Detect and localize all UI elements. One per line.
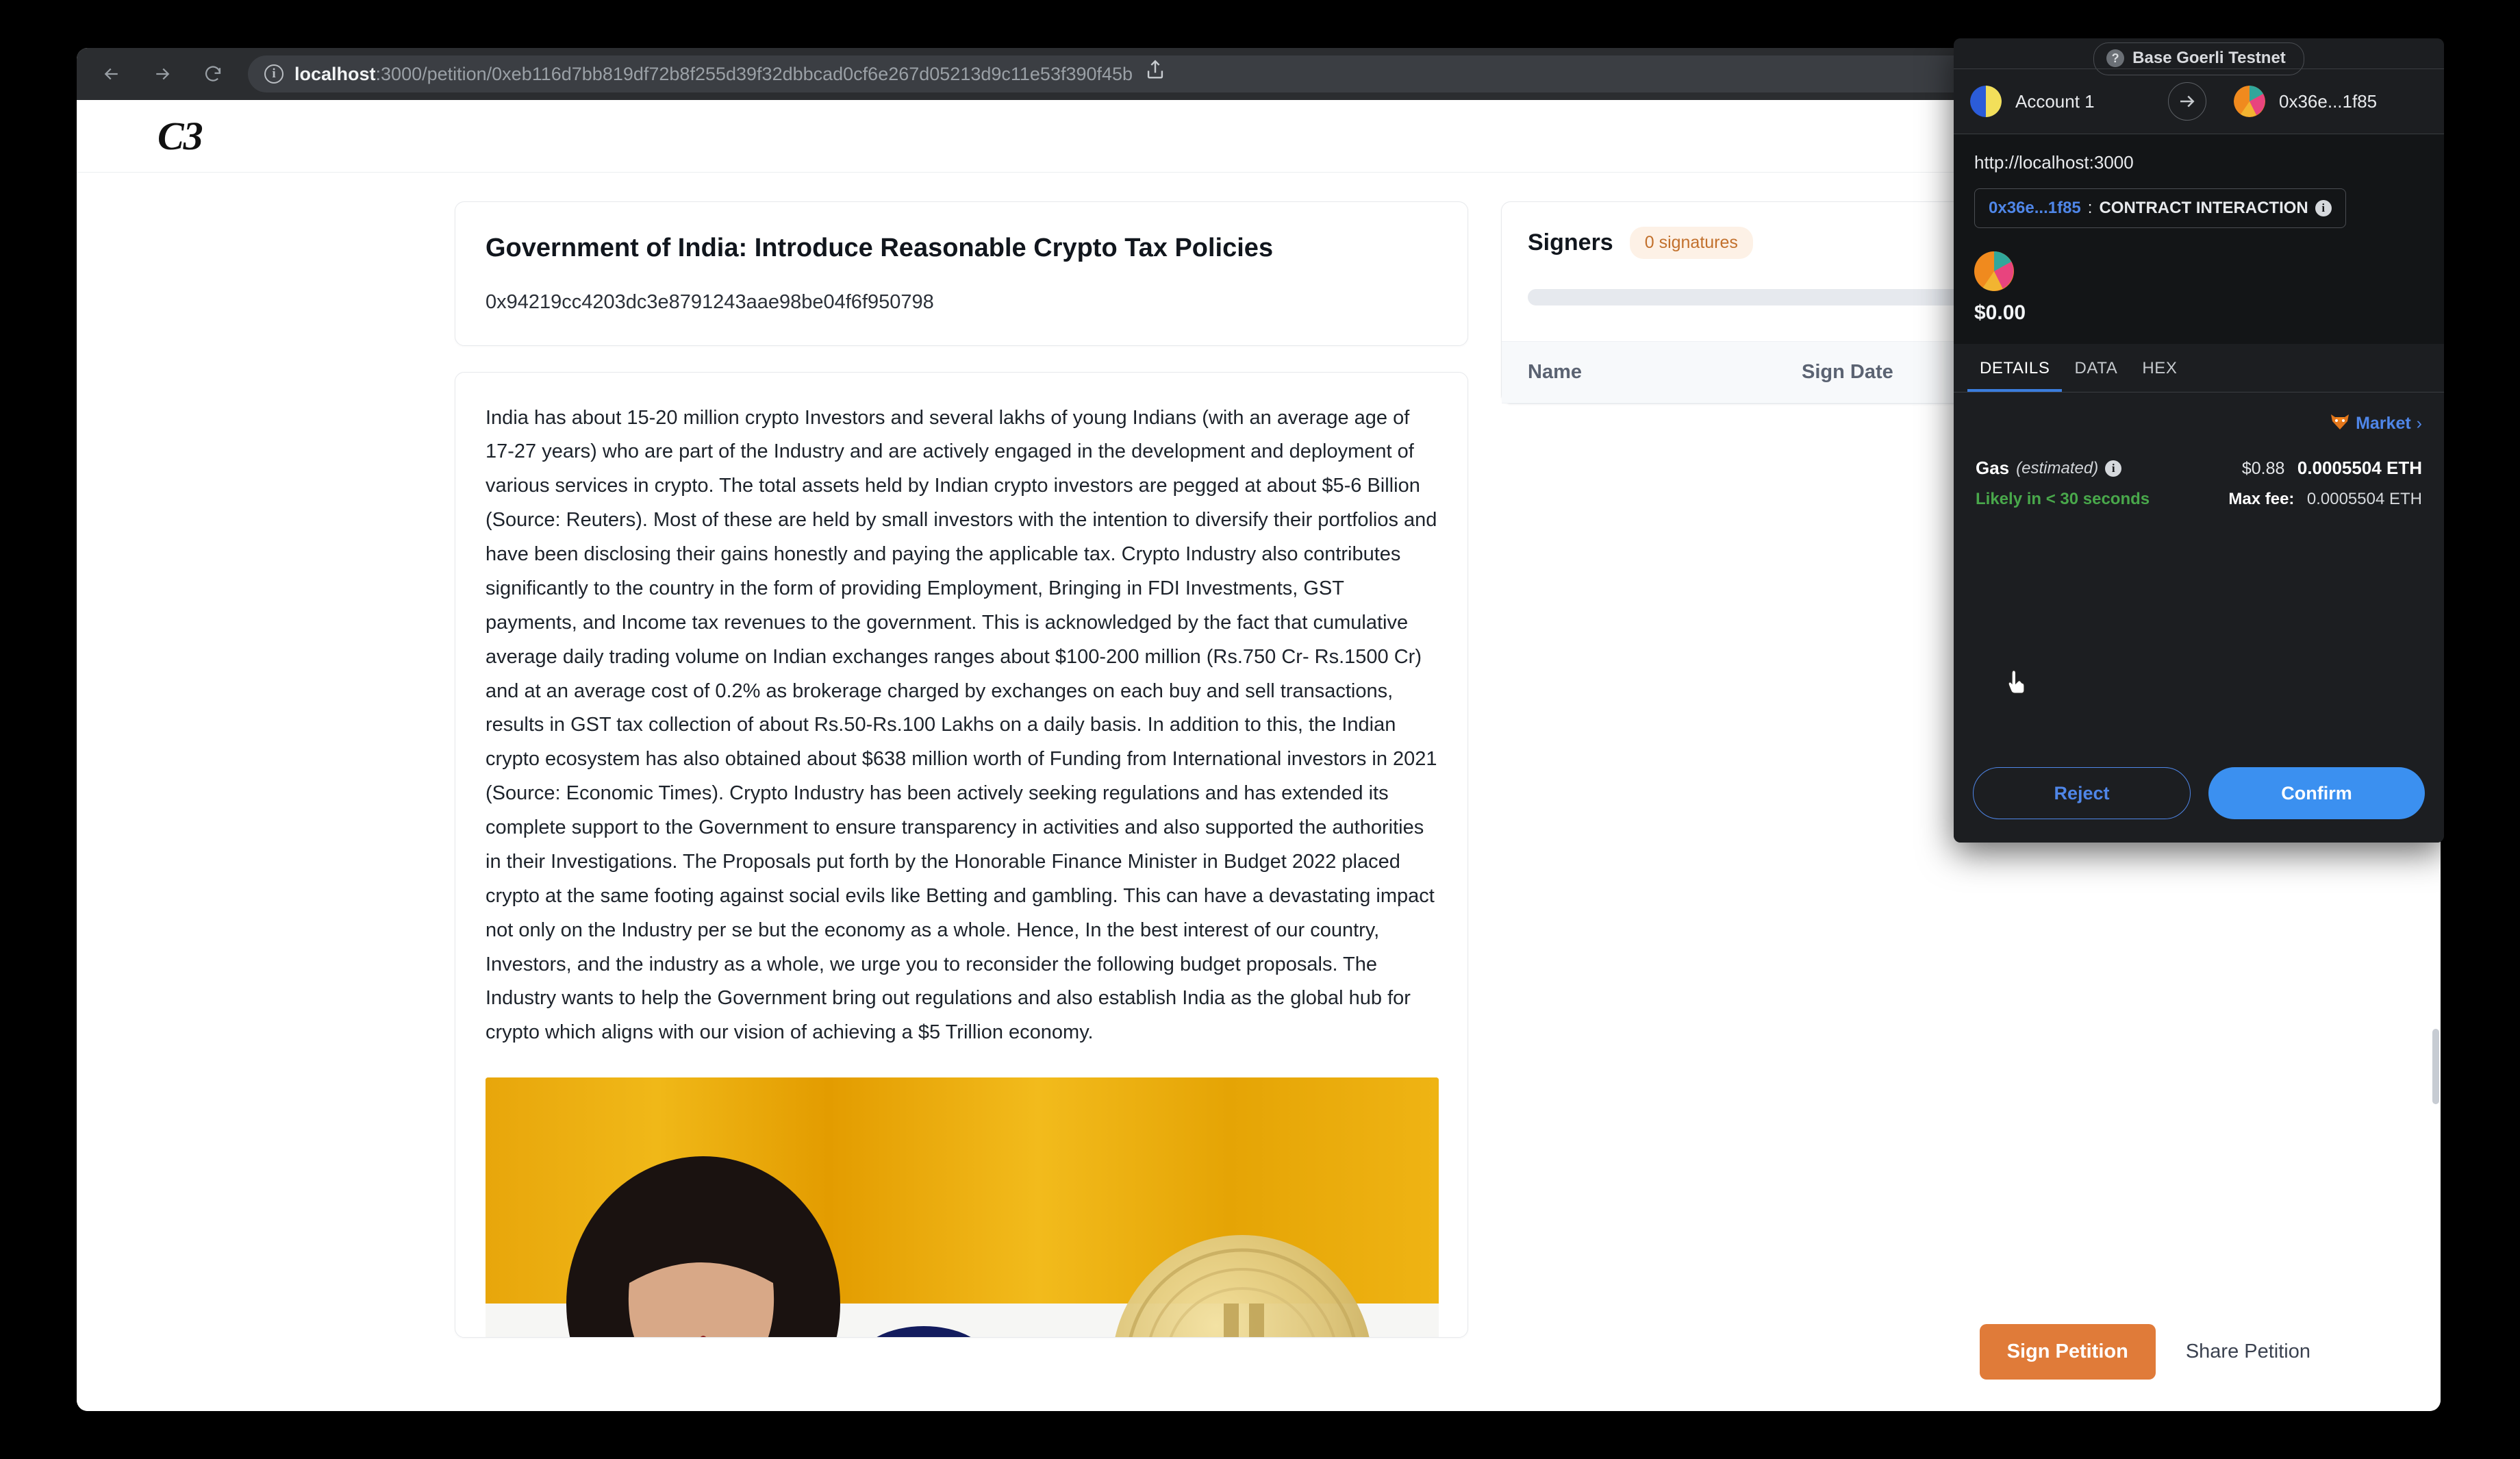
contract-interaction-label: CONTRACT INTERACTION [2099,199,2308,217]
column-header-sign-date: Sign Date [1802,361,1893,383]
contract-separator: : [2087,199,2093,217]
gas-info-icon[interactable]: i [2105,460,2122,477]
from-account-avatar-icon [1970,86,2002,117]
reject-button[interactable]: Reject [1973,767,2191,819]
petition-column: Government of India: Introduce Reasonabl… [455,201,1468,1411]
confirm-button[interactable]: Confirm [2208,767,2425,819]
fox-icon [2330,413,2350,434]
petition-actions: Sign Petition Share Petition [1979,1324,2317,1380]
reload-icon[interactable] [197,58,229,90]
network-question-icon: ? [2106,49,2125,67]
site-info-icon[interactable]: i [264,64,284,84]
metamask-tabs: DETAILS DATA HEX [1954,344,2444,392]
gas-label: Gas [1976,458,2010,478]
tab-data[interactable]: DATA [2062,344,2130,392]
url-host: localhost [294,63,376,84]
from-account-name: Account 1 [2015,90,2095,112]
gas-estimated-label: (estimated) [2016,458,2099,477]
metamask-confirmation-popup: ? Base Goerli Testnet Account 1 0x36e...… [1954,38,2444,843]
from-account[interactable]: Account 1 [1970,86,2164,117]
page-scrollbar-thumb[interactable] [2432,1029,2439,1104]
url-rest: :3000/petition/0xeb116d7bb819df72b8f255d… [375,63,1133,84]
origin-url: http://localhost:3000 [1974,152,2134,173]
gas-speed-estimate: Likely in < 30 seconds [1976,490,2150,508]
metamask-amount-block: $0.00 [1954,249,2444,344]
share-petition-button[interactable]: Share Petition [2179,1324,2317,1380]
max-fee-row: Likely in < 30 seconds Max fee: 0.000550… [1976,490,2422,509]
app-logo[interactable]: C3 [158,113,203,159]
status-badge: 0 signatures [1629,227,1753,259]
back-arrow-icon[interactable] [96,58,127,90]
metamask-details-panel: Market › Gas (estimated) i $0.88 0.00055… [1954,392,2444,751]
tab-hex[interactable]: HEX [2130,344,2189,392]
petition-address: 0x94219cc4203dc3e8791243aae98be04f6f9507… [486,290,934,313]
contract-address: 0x36e...1f85 [1989,199,2081,217]
url-text: localhost:3000/petition/0xeb116d7bb819df… [294,64,1133,85]
petition-body-text: India has about 15-20 million crypto Inv… [486,406,1437,1044]
max-fee-label: Max fee: [2228,490,2295,508]
transaction-amount: $0.00 [1974,301,2026,324]
gas-fee-row: Gas (estimated) i $0.88 0.0005504 ETH [1976,458,2422,479]
max-fee-value: 0.0005504 ETH [2306,490,2422,508]
token-avatar-icon [1974,251,2014,294]
gas-eth-amount: 0.0005504 ETH [2297,458,2422,478]
metamask-accounts-row: Account 1 0x36e...1f85 [1954,68,2444,134]
hero-image-graphic [486,1077,1439,1337]
metamask-origin-section: http://localhost:3000 0x36e...1f85 : CON… [1954,134,2444,249]
column-header-name: Name [1528,361,1582,383]
metamask-footer: Reject Confirm [1954,751,2444,843]
tab-details[interactable]: DETAILS [1967,344,2063,392]
network-label: Base Goerli Testnet [2132,49,2286,67]
gas-fiat-amount: $0.88 [2241,459,2285,478]
to-account-avatar-icon [2234,86,2265,117]
forward-arrow-icon[interactable] [147,58,178,90]
to-account[interactable]: 0x36e...1f85 [2210,86,2428,117]
to-account-name: 0x36e...1f85 [2279,90,2378,112]
page-title: Government of India: Introduce Reasonabl… [486,234,1274,262]
info-icon[interactable]: i [2315,200,2332,216]
transfer-arrow-icon [2168,82,2206,121]
signers-title: Signers [1528,229,1613,255]
gas-market-selector[interactable]: Market › [1976,413,2422,434]
petition-hero-image [486,1077,1439,1337]
sign-petition-button[interactable]: Sign Petition [1979,1324,2156,1380]
petition-body-card: India has about 15-20 million crypto Inv… [455,371,1468,1338]
contract-interaction-pill[interactable]: 0x36e...1f85 : CONTRACT INTERACTION i [1974,188,2346,228]
chevron-right-icon: › [2416,414,2422,433]
market-label: Market [2356,414,2411,433]
petition-header-card: Government of India: Introduce Reasonabl… [455,201,1468,346]
metamask-network-row: ? Base Goerli Testnet [1954,38,2444,75]
share-icon[interactable] [1144,58,1175,90]
